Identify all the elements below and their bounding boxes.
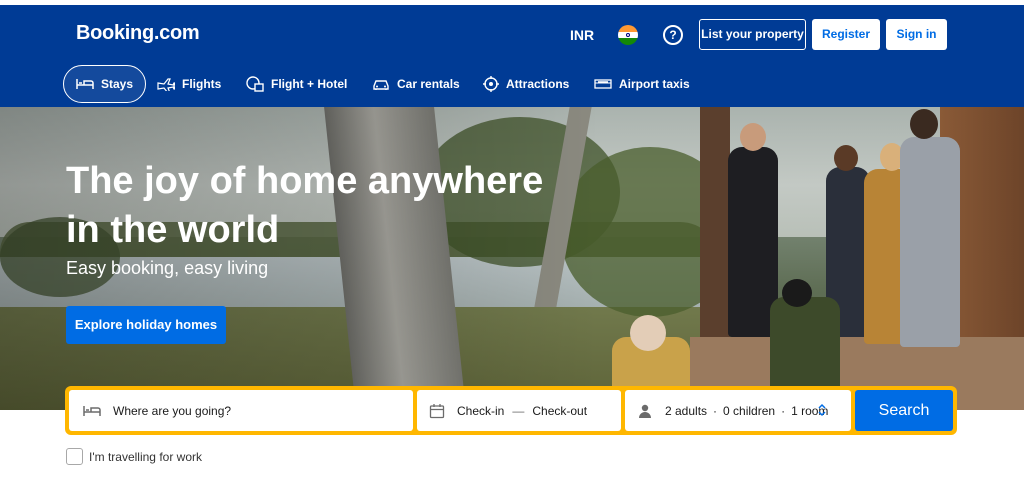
currency-selector[interactable]: INR <box>570 27 594 43</box>
help-icon[interactable]: ? <box>663 25 683 45</box>
search-bar: Where are you going? Check-in — Check-ou… <box>65 386 957 435</box>
adults-count: 2 adults <box>665 403 708 418</box>
date-picker-field[interactable]: Check-in — Check-out <box>417 390 621 431</box>
nav-airport-taxis-label: Airport taxis <box>619 77 690 91</box>
guest-separator: · <box>781 403 786 418</box>
nav-flights[interactable]: Flights <box>157 65 221 103</box>
nav-stays[interactable]: Stays <box>63 65 147 103</box>
guests-field[interactable]: 2 adults · 0 children · 1 room <box>625 390 851 431</box>
register-button[interactable]: Register <box>812 19 880 50</box>
nav-car-rentals[interactable]: Car rentals <box>372 65 460 103</box>
nav-attractions[interactable]: Attractions <box>483 65 569 103</box>
work-travel-checkbox[interactable] <box>66 448 83 465</box>
children-count: 0 children <box>723 403 776 418</box>
list-property-button[interactable]: List your property <box>699 19 806 50</box>
nav-flight-hotel[interactable]: Flight + Hotel <box>246 65 347 103</box>
chevron-up-down-icon <box>818 403 826 417</box>
plane-icon <box>157 78 175 91</box>
search-button[interactable]: Search <box>855 390 953 431</box>
calendar-icon <box>429 403 445 418</box>
nav-car-rentals-label: Car rentals <box>397 77 460 91</box>
check-in-label: Check-in <box>457 403 505 418</box>
check-out-label: Check-out <box>532 403 588 418</box>
explore-holiday-homes-button[interactable]: Explore holiday homes <box>66 306 226 344</box>
nav-flight-hotel-label: Flight + Hotel <box>271 77 348 91</box>
nav-airport-taxis[interactable]: Airport taxis <box>594 65 690 103</box>
site-header: Booking.com INR ? List your property Reg… <box>0 5 1024 107</box>
attractions-icon <box>483 76 499 92</box>
bed-icon <box>76 79 94 89</box>
guest-separator: · <box>713 403 718 418</box>
booking-logo[interactable]: Booking.com <box>76 22 200 45</box>
sign-in-button[interactable]: Sign in <box>886 19 947 50</box>
nav-stays-label: Stays <box>101 77 134 91</box>
flight-hotel-icon <box>246 76 264 92</box>
bed-icon <box>83 405 101 416</box>
car-icon <box>373 80 389 90</box>
work-travel-option[interactable]: I'm travelling for work <box>66 448 202 465</box>
date-dash: — <box>512 403 525 418</box>
taxi-icon <box>594 79 612 89</box>
work-travel-label: I'm travelling for work <box>89 449 202 464</box>
destination-placeholder: Where are you going? <box>113 403 232 418</box>
destination-field[interactable]: Where are you going? <box>69 390 413 431</box>
nav-attractions-label: Attractions <box>506 77 570 91</box>
nav-flights-label: Flights <box>182 77 222 91</box>
person-icon <box>639 404 651 418</box>
india-flag-icon[interactable] <box>618 25 638 45</box>
hero-subtitle: Easy booking, easy living <box>66 258 269 278</box>
hero-title: The joy of home anywhere in the world <box>66 160 544 251</box>
